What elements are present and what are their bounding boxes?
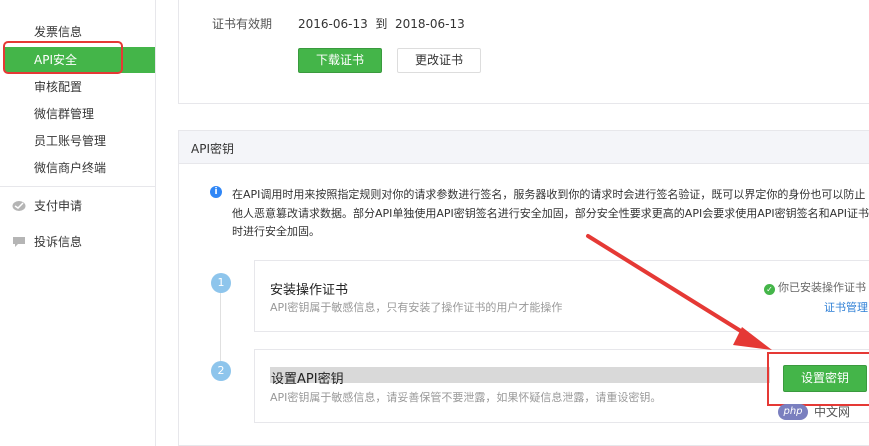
arrow-icon: [586, 234, 772, 350]
watermark-badge: php: [778, 404, 808, 420]
watermark-text: 中文网: [814, 405, 851, 419]
